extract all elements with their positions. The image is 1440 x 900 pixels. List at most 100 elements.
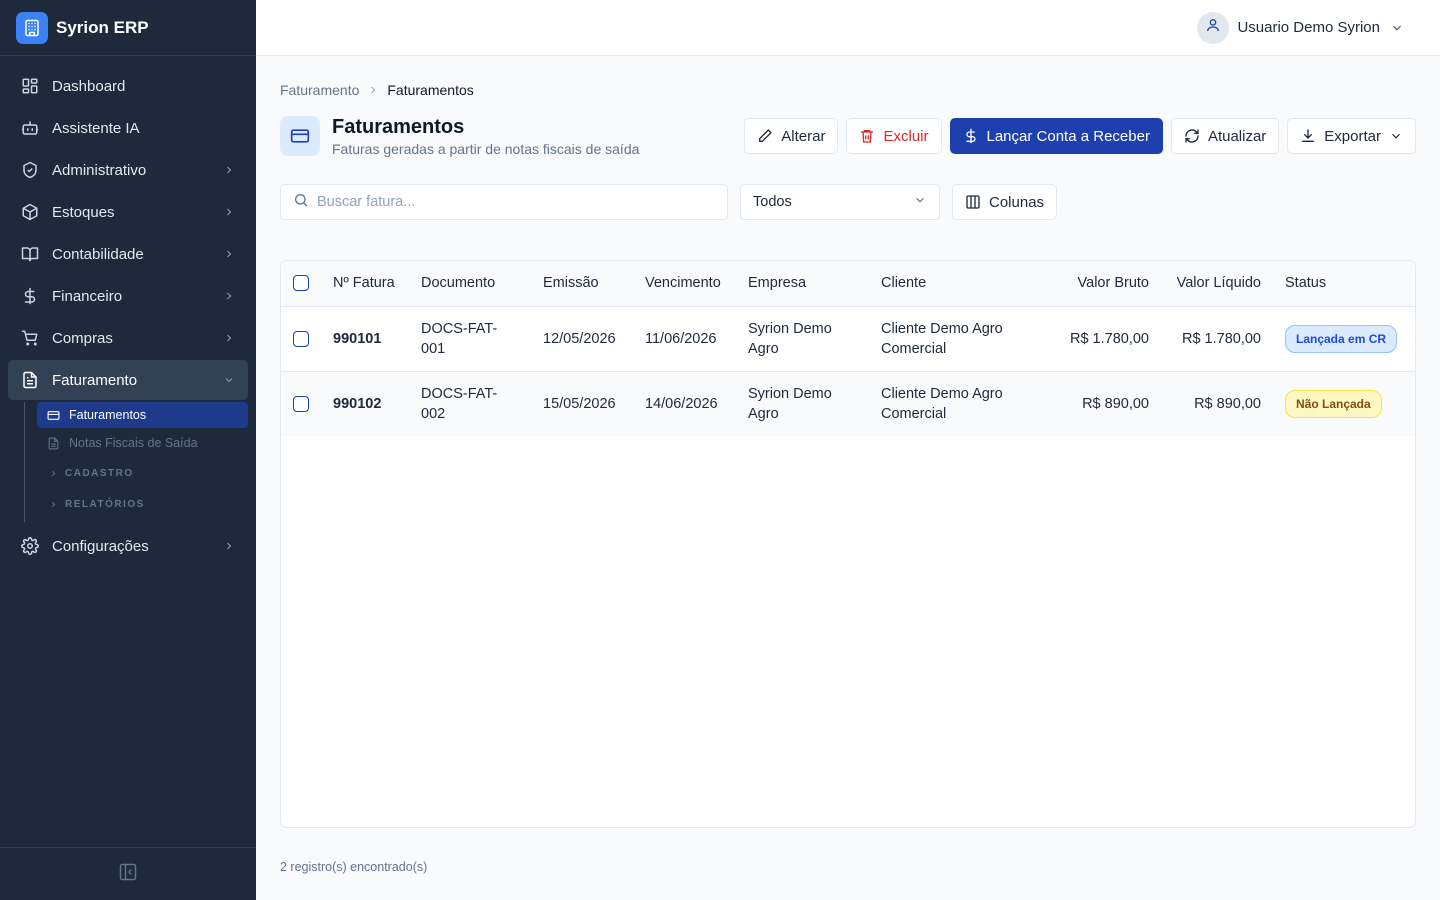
- brand[interactable]: Syrion ERP: [0, 0, 256, 56]
- edit-button[interactable]: Alterar: [744, 118, 839, 154]
- sidebar-item-assistente-ia[interactable]: Assistente IA: [8, 108, 248, 148]
- sidebar-item-compras[interactable]: Compras: [8, 318, 248, 358]
- cell-valor-liquido: R$ 890,00: [1194, 395, 1261, 412]
- sub-item-faturamentos[interactable]: Faturamentos: [37, 402, 248, 428]
- sidebar-nav: Dashboard Assistente IA Administrativo E…: [0, 56, 256, 847]
- chevron-right-icon: [49, 469, 59, 478]
- chevron-right-icon: [222, 289, 236, 303]
- toolbar-actions: Alterar Excluir Lançar Conta a Receber A…: [744, 118, 1416, 154]
- column-header[interactable]: Nº Fatura: [321, 261, 409, 306]
- sidebar-item-configuracoes[interactable]: Configurações: [8, 526, 248, 566]
- select-all-cell: [281, 261, 321, 306]
- box-icon: [20, 202, 40, 222]
- sidebar-item-estoques[interactable]: Estoques: [8, 192, 248, 232]
- sidebar-item-label: Configurações: [52, 537, 149, 555]
- download-icon: [1300, 128, 1316, 144]
- pencil-icon: [757, 128, 773, 144]
- breadcrumb: Faturamento Faturamentos: [280, 81, 1416, 99]
- refresh-icon: [1184, 128, 1200, 144]
- refresh-button[interactable]: Atualizar: [1170, 118, 1280, 154]
- launch-receivable-button[interactable]: Lançar Conta a Receber: [949, 118, 1163, 154]
- page-title: Faturamentos: [332, 115, 465, 138]
- cell-emissao: 12/05/2026: [543, 330, 616, 347]
- search-input[interactable]: [317, 194, 697, 210]
- book-icon: [20, 244, 40, 264]
- status-badge: Não Lançada: [1285, 389, 1382, 418]
- sidebar-item-financeiro[interactable]: Financeiro: [8, 276, 248, 316]
- faturamento-submenu: Faturamentos Notas Fiscais de Saída CADA…: [24, 402, 248, 522]
- breadcrumb-current: Faturamentos: [387, 82, 474, 98]
- select-all-checkbox[interactable]: [293, 275, 309, 292]
- status-badge: Lançada em CR: [1285, 324, 1398, 353]
- cell-valor-bruto: R$ 890,00: [1082, 395, 1149, 412]
- table-row[interactable]: 990102 DOCS-FAT-002 15/05/2026 14/06/202…: [281, 371, 1415, 436]
- delete-button[interactable]: Excluir: [846, 118, 942, 154]
- file-icon: [47, 436, 61, 450]
- row-checkbox[interactable]: [293, 330, 309, 347]
- search-box: [280, 184, 728, 220]
- columns-button[interactable]: Colunas: [952, 184, 1058, 220]
- sub-item-notas-fiscais[interactable]: Notas Fiscais de Saída: [37, 430, 248, 456]
- status-filter-select[interactable]: Todos: [740, 184, 940, 220]
- sidebar-item-label: Assistente IA: [52, 119, 140, 137]
- column-header[interactable]: Status: [1273, 261, 1415, 306]
- breadcrumb-parent[interactable]: Faturamento: [280, 82, 359, 98]
- page-subtitle: Faturas geradas a partir de notas fiscai…: [332, 140, 640, 157]
- app-name: Syrion ERP: [56, 17, 149, 37]
- user-menu[interactable]: Usuario Demo Syrion: [1197, 11, 1404, 44]
- cell-valor-bruto: R$ 1.780,00: [1069, 330, 1149, 347]
- cell-status: Lançada em CR: [1273, 306, 1415, 371]
- column-header[interactable]: Valor Líquido: [1161, 261, 1273, 306]
- sub-group-relatorios[interactable]: RELATÓRIOS: [37, 489, 248, 520]
- column-header[interactable]: Cliente: [869, 261, 1049, 306]
- cell-numero: 990102: [333, 395, 382, 412]
- sidebar-item-label: Administrativo: [52, 161, 147, 179]
- page-header: Faturamentos Faturas geradas a partir de…: [280, 115, 1416, 157]
- table-row[interactable]: 990101 DOCS-FAT-001 12/05/2026 11/06/202…: [281, 306, 1415, 371]
- invoices-table-container: Nº Fatura Documento Emissão Vencimento E…: [280, 260, 1416, 828]
- filters-bar: Todos Colunas: [280, 184, 1416, 220]
- collapse-sidebar-icon[interactable]: [118, 862, 138, 887]
- sidebar-item-label: Financeiro: [52, 287, 123, 305]
- column-header[interactable]: Emissão: [531, 261, 633, 306]
- column-header[interactable]: Documento: [409, 261, 531, 306]
- sidebar-item-contabilidade[interactable]: Contabilidade: [8, 234, 248, 274]
- user-icon: [1205, 17, 1221, 38]
- sidebar-item-administrativo[interactable]: Administrativo: [8, 150, 248, 190]
- column-header[interactable]: Vencimento: [633, 261, 736, 306]
- chevron-right-icon: [367, 84, 379, 96]
- cell-numero: 990101: [333, 330, 382, 347]
- search-icon: [293, 192, 309, 213]
- sidebar: Syrion ERP Dashboard Assistente IA Admin…: [0, 0, 256, 900]
- chevron-right-icon: [222, 331, 236, 345]
- sidebar-item-label: Estoques: [52, 203, 115, 221]
- row-checkbox[interactable]: [293, 395, 309, 412]
- gear-icon: [20, 536, 40, 556]
- credit-card-icon: [280, 116, 320, 156]
- export-button[interactable]: Exportar: [1287, 118, 1416, 154]
- chevron-down-icon: [1390, 21, 1404, 35]
- column-header[interactable]: Valor Bruto: [1049, 261, 1161, 306]
- record-count: 2 registro(s) encontrado(s): [280, 860, 428, 874]
- sub-group-cadastro[interactable]: CADASTRO: [37, 458, 248, 489]
- cell-cliente: Cliente Demo Agro Comercial: [881, 385, 1003, 422]
- cell-empresa: Syrion Demo Agro: [748, 385, 832, 422]
- columns-label: Colunas: [989, 193, 1045, 211]
- dollar-icon: [963, 128, 979, 144]
- cart-icon: [20, 328, 40, 348]
- document-icon: [20, 370, 40, 390]
- credit-card-icon: [47, 408, 61, 422]
- sidebar-item-faturamento[interactable]: Faturamento: [8, 360, 248, 400]
- chevron-down-icon: [913, 193, 927, 211]
- building-icon: [16, 11, 48, 44]
- sidebar-item-dashboard[interactable]: Dashboard: [8, 66, 248, 106]
- row-select-cell: [281, 371, 321, 436]
- user-name: Usuario Demo Syrion: [1237, 19, 1380, 36]
- sidebar-footer: [0, 847, 256, 900]
- sub-group-label: CADASTRO: [65, 468, 134, 479]
- sidebar-item-label: Compras: [52, 329, 113, 347]
- trash-icon: [859, 128, 875, 144]
- column-header[interactable]: Empresa: [736, 261, 869, 306]
- sidebar-item-label: Faturamento: [52, 371, 138, 389]
- sub-item-label: Faturamentos: [69, 408, 147, 422]
